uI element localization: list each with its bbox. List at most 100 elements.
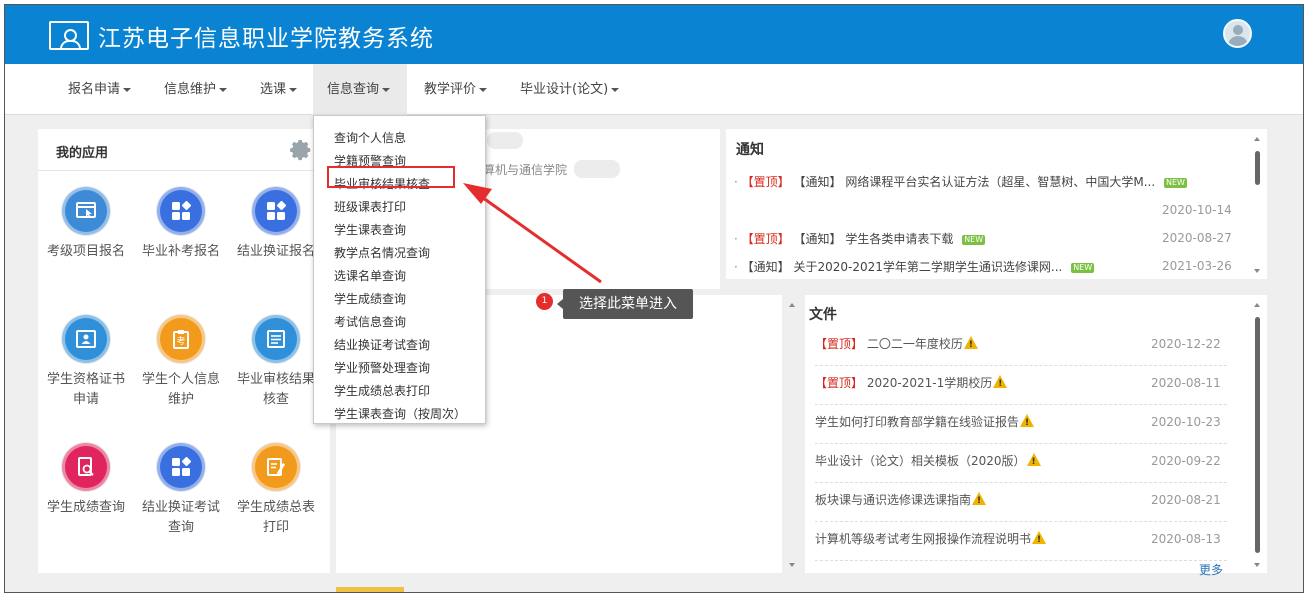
app-label: 结业换证报名	[236, 244, 315, 259]
file-item[interactable]: 学生如何打印教育部学籍在线验证报告 2020-10-23	[815, 405, 1227, 444]
caret-down-icon	[382, 87, 391, 92]
more-link[interactable]: 更多	[1199, 561, 1223, 578]
clipboard-kao-icon: 考	[157, 315, 205, 363]
nav-item-graduation-design[interactable]: 毕业设计(论文)	[506, 64, 633, 115]
info-query-dropdown: 查询个人信息 学籍预警查询 毕业审核结果核查 班级课表打印 学生课表查询 教学点…	[313, 115, 486, 424]
menu-item-grades[interactable]: 学生成绩查询	[334, 290, 406, 307]
files-title: 文件	[809, 307, 837, 323]
warning-icon	[972, 492, 987, 509]
caret-down-icon	[219, 87, 228, 92]
notice-item[interactable]: · 【置顶】 【通知】 网络课程平台实名认证方法（超星、智慧树、中国大学M...…	[734, 173, 1187, 190]
pinned-tag: 【置顶】	[741, 175, 790, 189]
apps-header: 我的应用	[38, 129, 330, 171]
app-qualification-certificate[interactable]: 学生资格证书申请	[41, 315, 131, 410]
nav-label: 信息查询	[327, 82, 380, 97]
caret-down-icon	[611, 87, 620, 92]
notice-item[interactable]: · 【通知】 关于2020-2021学年第二学期学生通识选修课网... NEW	[734, 258, 1095, 275]
app-level-exam-registration[interactable]: 考级项目报名	[41, 187, 131, 262]
center-scrollbar[interactable]	[788, 303, 797, 567]
grid-icon	[157, 187, 205, 235]
notice-text: 关于2020-2021学年第二学期学生通识选修课网...	[793, 260, 1063, 274]
notice-date: 2020-10-14	[1162, 203, 1232, 217]
menu-item-class-timetable-print[interactable]: 班级课表打印	[334, 198, 406, 215]
nav-item-info-query[interactable]: 信息查询	[313, 64, 407, 115]
edit-doc-icon	[252, 443, 300, 491]
redacted-name	[487, 132, 523, 149]
app-personal-info-maintenance[interactable]: 考 学生个人信息维护	[136, 315, 226, 410]
warning-icon	[1026, 453, 1041, 470]
app-completion-exam-query[interactable]: 结业换证考试查询	[136, 443, 226, 538]
new-badge: NEW	[1071, 262, 1095, 273]
nav-item-teaching-evaluation[interactable]: 教学评价	[410, 64, 501, 115]
file-text: 学生如何打印教育部学籍在线验证报告	[815, 415, 1020, 429]
callout-tooltip: 选择此菜单进入	[557, 289, 693, 319]
file-item[interactable]: 【置顶】 二〇二一年度校历 2020-12-22	[815, 327, 1227, 366]
file-text: 毕业设计（论文）相关模板（2020版）	[815, 454, 1026, 468]
app-grade-query[interactable]: 学生成绩查询	[41, 443, 131, 518]
app-label: 考级项目报名	[46, 244, 125, 259]
notice-scrollbar[interactable]	[1253, 137, 1262, 273]
file-text: 二〇二一年度校历	[866, 337, 963, 351]
svg-text:考: 考	[176, 336, 185, 347]
menu-item-student-timetable[interactable]: 学生课表查询	[334, 221, 406, 238]
notice-date: 2021-03-26	[1162, 259, 1232, 273]
nav-label: 报名申请	[68, 82, 121, 97]
nav-item-course-selection[interactable]: 选课	[246, 64, 311, 115]
menu-item-roll-call[interactable]: 教学点名情况查询	[334, 244, 430, 261]
files-scrollbar[interactable]	[1253, 303, 1262, 567]
file-text: 板块课与通识选修课选课指南	[815, 493, 972, 507]
browser-frame: 江苏电子信息职业学院教务系统 报名申请 信息维护 选课 信息查询 教学评价 毕业…	[4, 4, 1304, 593]
notice-date: 2020-08-27	[1162, 231, 1232, 245]
nav-label: 信息维护	[164, 82, 217, 97]
new-badge: NEW	[962, 234, 986, 245]
notice-text: 网络课程平台实名认证方法（超星、智慧树、中国大学M...	[845, 175, 1156, 189]
warning-icon	[1020, 414, 1035, 431]
menu-item-personal-info[interactable]: 查询个人信息	[334, 129, 406, 146]
app-grade-summary-print[interactable]: 学生成绩总表打印	[231, 443, 321, 538]
notice-tag: 【通知】	[741, 260, 790, 274]
menu-item-exam-info[interactable]: 考试信息查询	[334, 313, 406, 330]
app-label: 毕业审核结果核查	[236, 372, 315, 407]
notice-item[interactable]: · 【置顶】 【通知】 学生各类申请表下载 NEW	[734, 230, 986, 247]
menu-item-completion-exam[interactable]: 结业换证考试查询	[334, 336, 430, 353]
document-list-icon	[252, 315, 300, 363]
nav-item-registration[interactable]: 报名申请	[54, 64, 145, 115]
window-cursor-icon	[62, 187, 110, 235]
profile-department: 算机与通信学院	[483, 163, 568, 177]
app-label: 学生个人信息维护	[141, 372, 220, 407]
redacted-info	[574, 160, 620, 178]
new-badge: NEW	[1163, 177, 1187, 188]
file-date: 2020-08-13	[1151, 532, 1221, 546]
app-label: 结业换证考试查询	[141, 500, 220, 535]
menu-item-course-roster[interactable]: 选课名单查询	[334, 267, 406, 284]
file-date: 2020-08-21	[1151, 493, 1221, 507]
file-item[interactable]: 【置顶】 2020-2021-1学期校历 2020-08-11	[815, 366, 1227, 405]
search-doc-icon	[62, 443, 110, 491]
notice-tag: 【通知】	[793, 175, 842, 189]
menu-item-academic-warning[interactable]: 学业预警处理查询	[334, 359, 430, 376]
nav-label: 教学评价	[424, 82, 477, 97]
warning-icon	[963, 336, 978, 353]
menu-item-grade-summary-print[interactable]: 学生成绩总表打印	[334, 382, 430, 399]
app-graduation-audit-check[interactable]: 毕业审核结果核查	[231, 315, 321, 410]
file-item[interactable]: 毕业设计（论文）相关模板（2020版） 2020-09-22	[815, 444, 1227, 483]
nav-item-info-maintenance[interactable]: 信息维护	[150, 64, 241, 115]
bottom-tab-indicator	[336, 587, 404, 592]
file-item[interactable]: 计算机等级考试考生网报操作流程说明书 2020-08-13	[815, 522, 1227, 561]
file-text: 2020-2021-1学期校历	[866, 376, 993, 390]
menu-item-weekly-timetable[interactable]: 学生课表查询（按周次）	[334, 405, 466, 422]
app-completion-cert-exchange[interactable]: 结业换证报名	[231, 187, 321, 262]
gear-icon[interactable]	[289, 138, 313, 162]
nav-label: 毕业设计(论文)	[520, 82, 609, 97]
user-avatar[interactable]	[1223, 19, 1252, 48]
app-graduation-makeup-exam[interactable]: 毕业补考报名	[136, 187, 226, 262]
file-date: 2020-12-22	[1151, 337, 1221, 351]
notice-panel: 通知 · 【置顶】 【通知】 网络课程平台实名认证方法（超星、智慧树、中国大学M…	[726, 129, 1267, 279]
app-label: 学生资格证书申请	[46, 372, 125, 407]
logo-icon	[49, 21, 89, 50]
highlight-box	[327, 166, 455, 188]
grid-icon	[252, 187, 300, 235]
app-label: 学生成绩查询	[46, 500, 125, 515]
file-item[interactable]: 板块课与通识选修课选课指南 2020-08-21	[815, 483, 1227, 522]
notice-text: 学生各类申请表下载	[845, 232, 954, 246]
